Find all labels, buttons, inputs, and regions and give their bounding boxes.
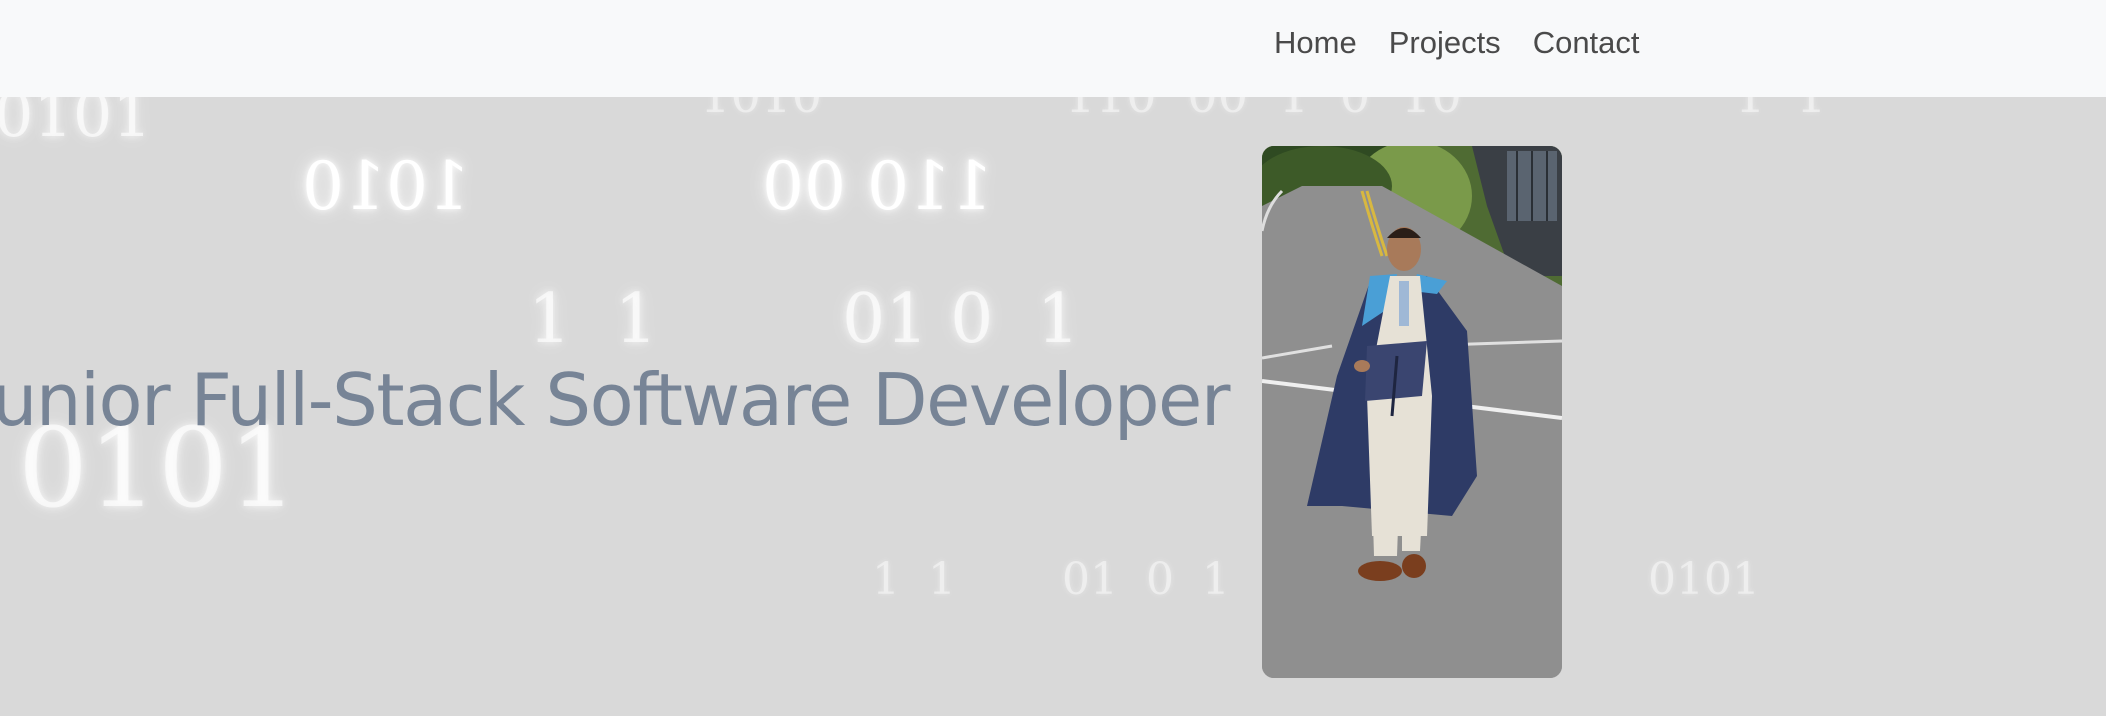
profile-photo-illustration [1262,146,1562,678]
nav-link-projects[interactable]: Projects [1389,22,1501,64]
binary-digits: 01 0 1 [842,280,1080,359]
binary-digits: 110 00 [762,148,993,225]
profile-photo [1262,146,1562,678]
binary-mirrored: 1010 [302,148,470,225]
navbar: Home Projects Contact [0,0,2106,97]
nav-link-contact[interactable]: Contact [1533,22,1640,64]
nav-links: Home Projects Contact [1274,22,1672,64]
hero-title: Junior Full-Stack Software Developer [0,358,1230,442]
binary-digits: 1010 [302,148,470,225]
binary-mirrored: 110 00 [762,148,993,225]
nav-link-home[interactable]: Home [1274,22,1357,64]
binary-digits: 0101 [1648,554,1760,605]
binary-digits: 1 1 [872,554,956,605]
binary-digits: 1 1 [528,280,658,359]
binary-digits: 01 0 1 [1062,554,1230,605]
page: Home Projects Contact 0101 1010 110 00 1… [0,0,2106,716]
